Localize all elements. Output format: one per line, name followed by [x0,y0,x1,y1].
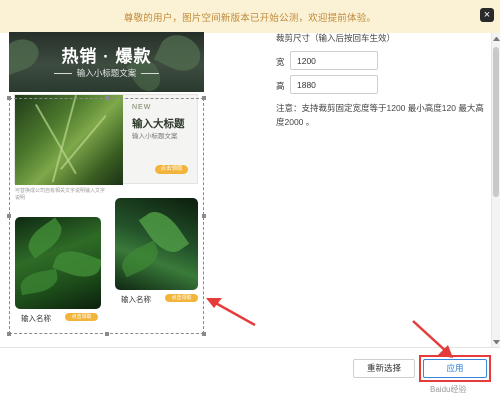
crop-handle[interactable] [202,214,206,218]
crop-size-label: 裁剪尺寸（输入后按回车生效） [276,33,396,43]
crop-handle[interactable] [105,96,109,100]
crop-frame[interactable] [7,96,206,336]
crop-handle[interactable] [7,214,11,218]
height-input[interactable]: 1880 [290,75,378,94]
apply-highlight-box [419,355,491,382]
crop-handle[interactable] [105,332,109,336]
footer-divider [0,347,500,348]
crop-handle[interactable] [202,96,206,100]
reset-button[interactable]: 重新选择 [353,359,415,378]
scrollbar[interactable] [491,33,500,348]
height-key: 高 [276,81,285,91]
crop-handle[interactable] [7,96,11,100]
close-icon[interactable]: × [480,8,494,22]
arrow-to-apply-button [412,320,453,358]
scroll-up-icon[interactable] [493,37,500,41]
scrollbar-thumb[interactable] [493,47,499,197]
width-key: 宽 [276,57,285,67]
crop-note: 注意：支持裁剪固定宽度等于1200 最小高度120 最大高度2000 。 [276,103,484,127]
crop-handle[interactable] [7,332,11,336]
crop-handle[interactable] [202,332,206,336]
poster-hero-subtitle: 输入小标题文案 [9,67,204,79]
width-input[interactable]: 1200 [290,51,378,70]
scroll-down-icon[interactable] [493,340,500,344]
poster-hero: 热销 · 爆款 输入小标题文案 [9,32,204,92]
width-row: 宽 [276,56,288,68]
notice-text: 尊敬的用户，图片空间新版本已开始公测，欢迎提前体验。 [123,12,377,24]
watermark-text: Baidu经验 [430,385,467,394]
notice-banner: 尊敬的用户，图片空间新版本已开始公测，欢迎提前体验。 × [0,0,500,33]
arrow-to-crop-frame [206,298,256,327]
crop-dialog: 尊敬的用户，图片空间新版本已开始公测，欢迎提前体验。 × 热销 · 爆款 输入小… [0,0,500,410]
poster-hero-title: 热销 · 爆款 [61,47,152,66]
height-row: 高 [276,80,288,92]
